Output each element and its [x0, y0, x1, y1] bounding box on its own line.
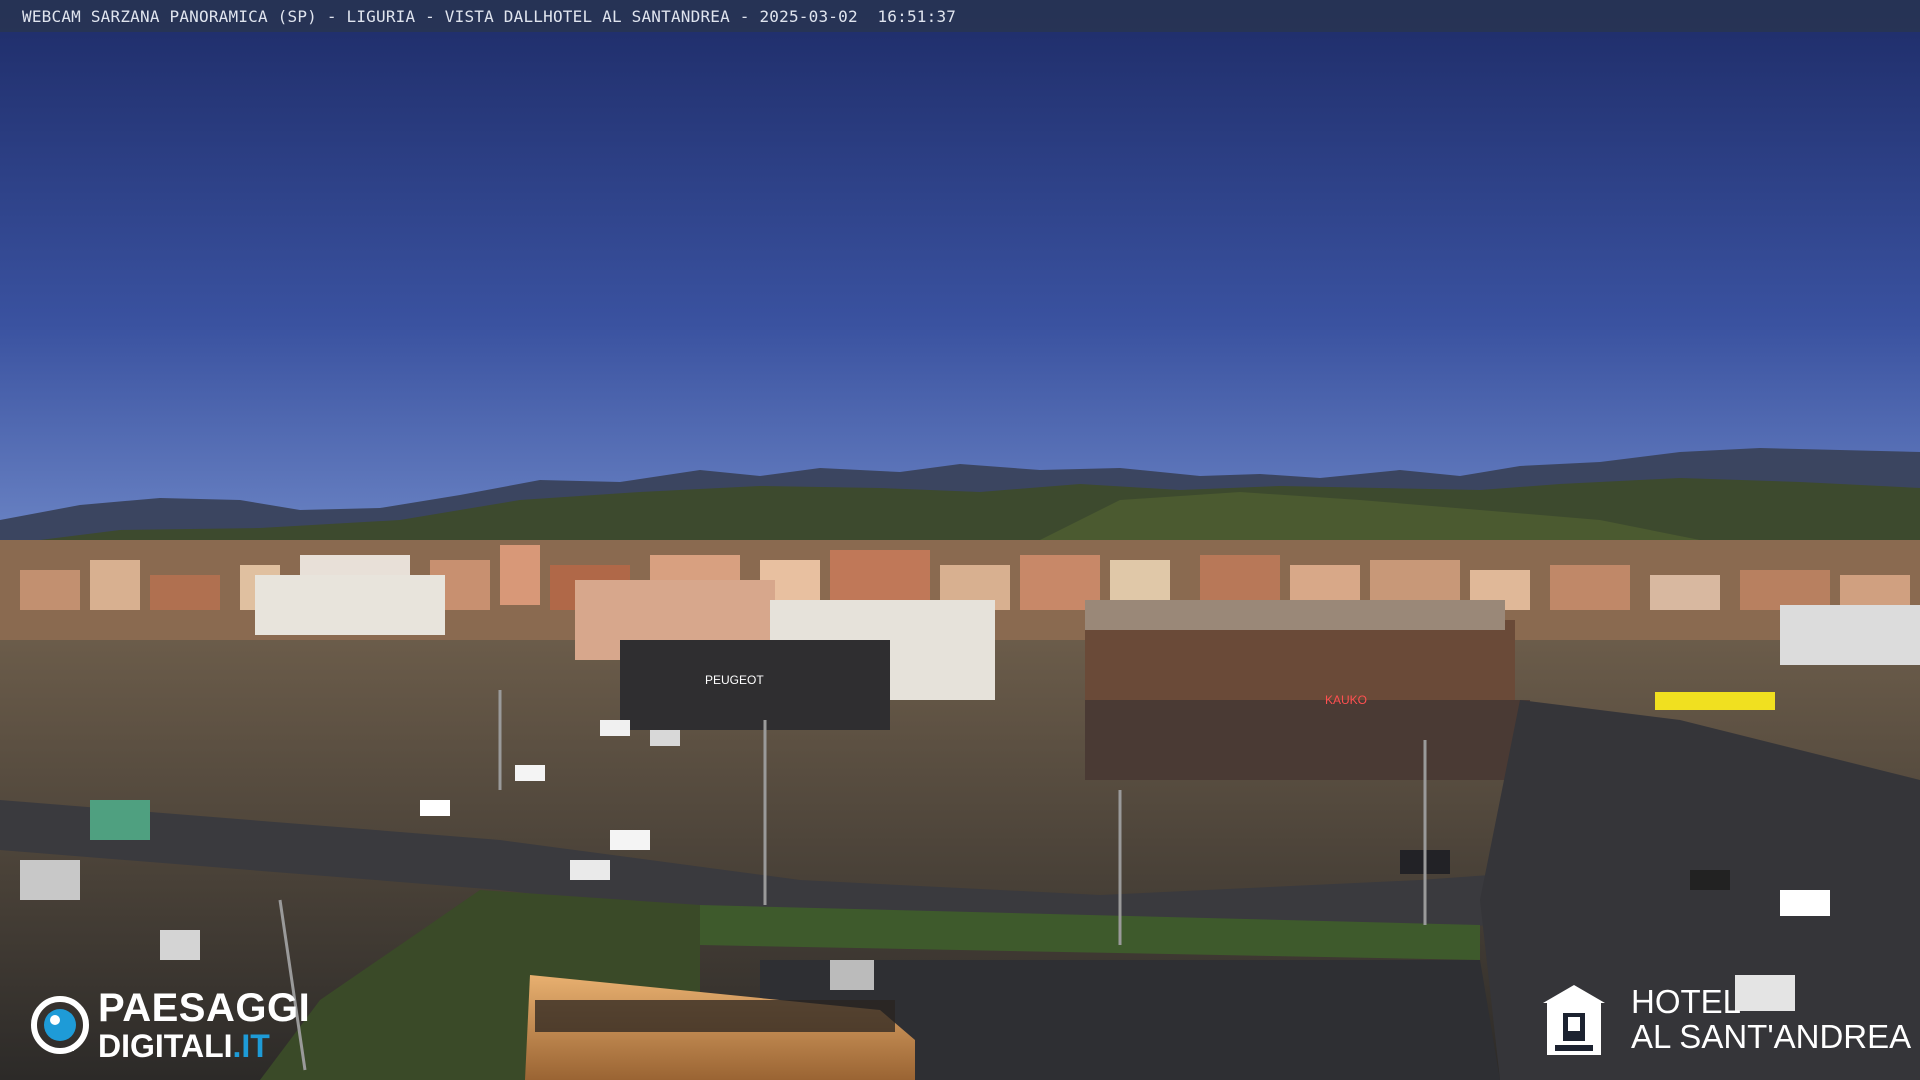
paesaggi-digitali-logo: PAESAGGI DIGITALI.IT	[30, 986, 311, 1062]
mall-lower	[1085, 700, 1530, 780]
warehouse-right	[1780, 605, 1920, 665]
logo-left-line1: PAESAGGI	[98, 986, 311, 1030]
caption-text: WEBCAM SARZANA PANORAMICA (SP) - LIGURIA…	[22, 6, 957, 26]
hotel-logo-line1: HOTEL	[1631, 983, 1742, 1021]
dealership-sign: PEUGEOT	[705, 673, 764, 687]
logo-left-line2-accent: .IT	[232, 1028, 270, 1064]
logo-left-line2-main: DIGITALI	[98, 1028, 233, 1064]
hotel-logo-line2: AL SANT'ANDREA	[1631, 1018, 1912, 1055]
bus-windows	[535, 1000, 895, 1032]
tower-hotel-icon	[1543, 985, 1605, 1055]
hotel-logo: HOTEL AL SANT'ANDREA	[1535, 980, 1911, 1060]
mall-roof	[1085, 600, 1505, 630]
yellow-sign	[1655, 692, 1775, 710]
mall-sign: KAUKO	[1325, 693, 1367, 707]
camera-lens-icon	[31, 996, 89, 1054]
logo-left-line2: DIGITALI.IT	[98, 1030, 310, 1062]
webcam-scene: PEUGEOT KAUKO	[0, 0, 1920, 1080]
white-building-left	[255, 575, 445, 635]
top-caption-bar: WEBCAM SARZANA PANORAMICA (SP) - LIGURIA…	[0, 0, 1920, 32]
